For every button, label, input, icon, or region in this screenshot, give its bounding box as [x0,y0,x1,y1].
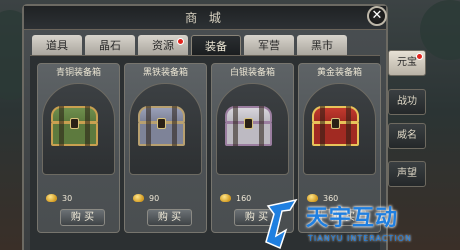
watermark-main-text: 天宇互动 [306,206,399,231]
item-card: 黑铁装备箱 90 购 买 [124,63,207,233]
silver-chest-icon[interactable] [225,106,272,146]
watermark-sub-text: TIANYU INTERACTION [308,234,412,243]
tab-resources[interactable]: 资源 [138,35,188,55]
side-tab-reputation[interactable]: 声望 [388,161,426,187]
tab-label: 资源 [152,39,174,52]
tab-label: 晶石 [99,39,121,52]
side-tab-yuanbao[interactable]: 元宝 [388,50,426,76]
price-row: 30 [46,192,72,204]
tab-crystal[interactable]: 晶石 [85,35,135,55]
tianyu-logo-icon [265,198,298,250]
price-row: 160 [220,192,251,204]
item-name: 黑铁装备箱 [142,68,188,78]
buy-button[interactable]: 购 买 [147,209,192,226]
item-name: 黄金装备箱 [316,68,362,78]
side-tab-fame[interactable]: 威名 [388,123,426,149]
item-name: 青铜装备箱 [55,68,101,78]
item-name: 白银装备箱 [229,68,275,78]
tab-label: 军营 [258,39,280,52]
item-price: 90 [149,193,160,203]
bronze-chest-icon[interactable] [51,106,98,146]
side-tab-label: 声望 [397,168,417,179]
title-bar: 商 城 [24,6,386,30]
category-tabs: 道具 晶石 资源 装备 军营 黑市 [32,35,350,55]
watermark: 天宇互动 TIANYU INTERACTION [262,196,460,250]
gold-ingot-icon [220,194,231,202]
side-tab-merit[interactable]: 战功 [388,89,426,115]
gold-ingot-icon [46,194,57,202]
tab-label: 道具 [46,39,68,52]
gold-chest-icon[interactable] [312,106,359,146]
item-card: 青铜装备箱 30 购 买 [37,63,120,233]
tab-label: 装备 [205,39,227,53]
item-price: 30 [62,193,73,203]
tab-props[interactable]: 道具 [32,35,82,55]
tab-black-market[interactable]: 黑市 [297,35,347,55]
close-button[interactable]: ✕ [367,6,387,26]
tab-barracks[interactable]: 军营 [244,35,294,55]
side-tab-label: 战功 [397,96,417,107]
tab-equipment[interactable]: 装备 [191,35,241,55]
tab-label: 黑市 [311,39,333,52]
iron-chest-icon[interactable] [138,106,185,146]
side-tab-label: 元宝 [397,57,417,68]
window-title: 商 城 [185,11,225,25]
buy-button[interactable]: 购 买 [60,209,105,226]
close-icon: ✕ [371,8,383,23]
item-price: 160 [236,193,252,203]
gold-ingot-icon [133,194,144,202]
notification-dot-icon [416,53,423,60]
side-tab-label: 威名 [397,130,417,141]
price-row: 90 [133,192,159,204]
notification-dot-icon [177,38,184,45]
